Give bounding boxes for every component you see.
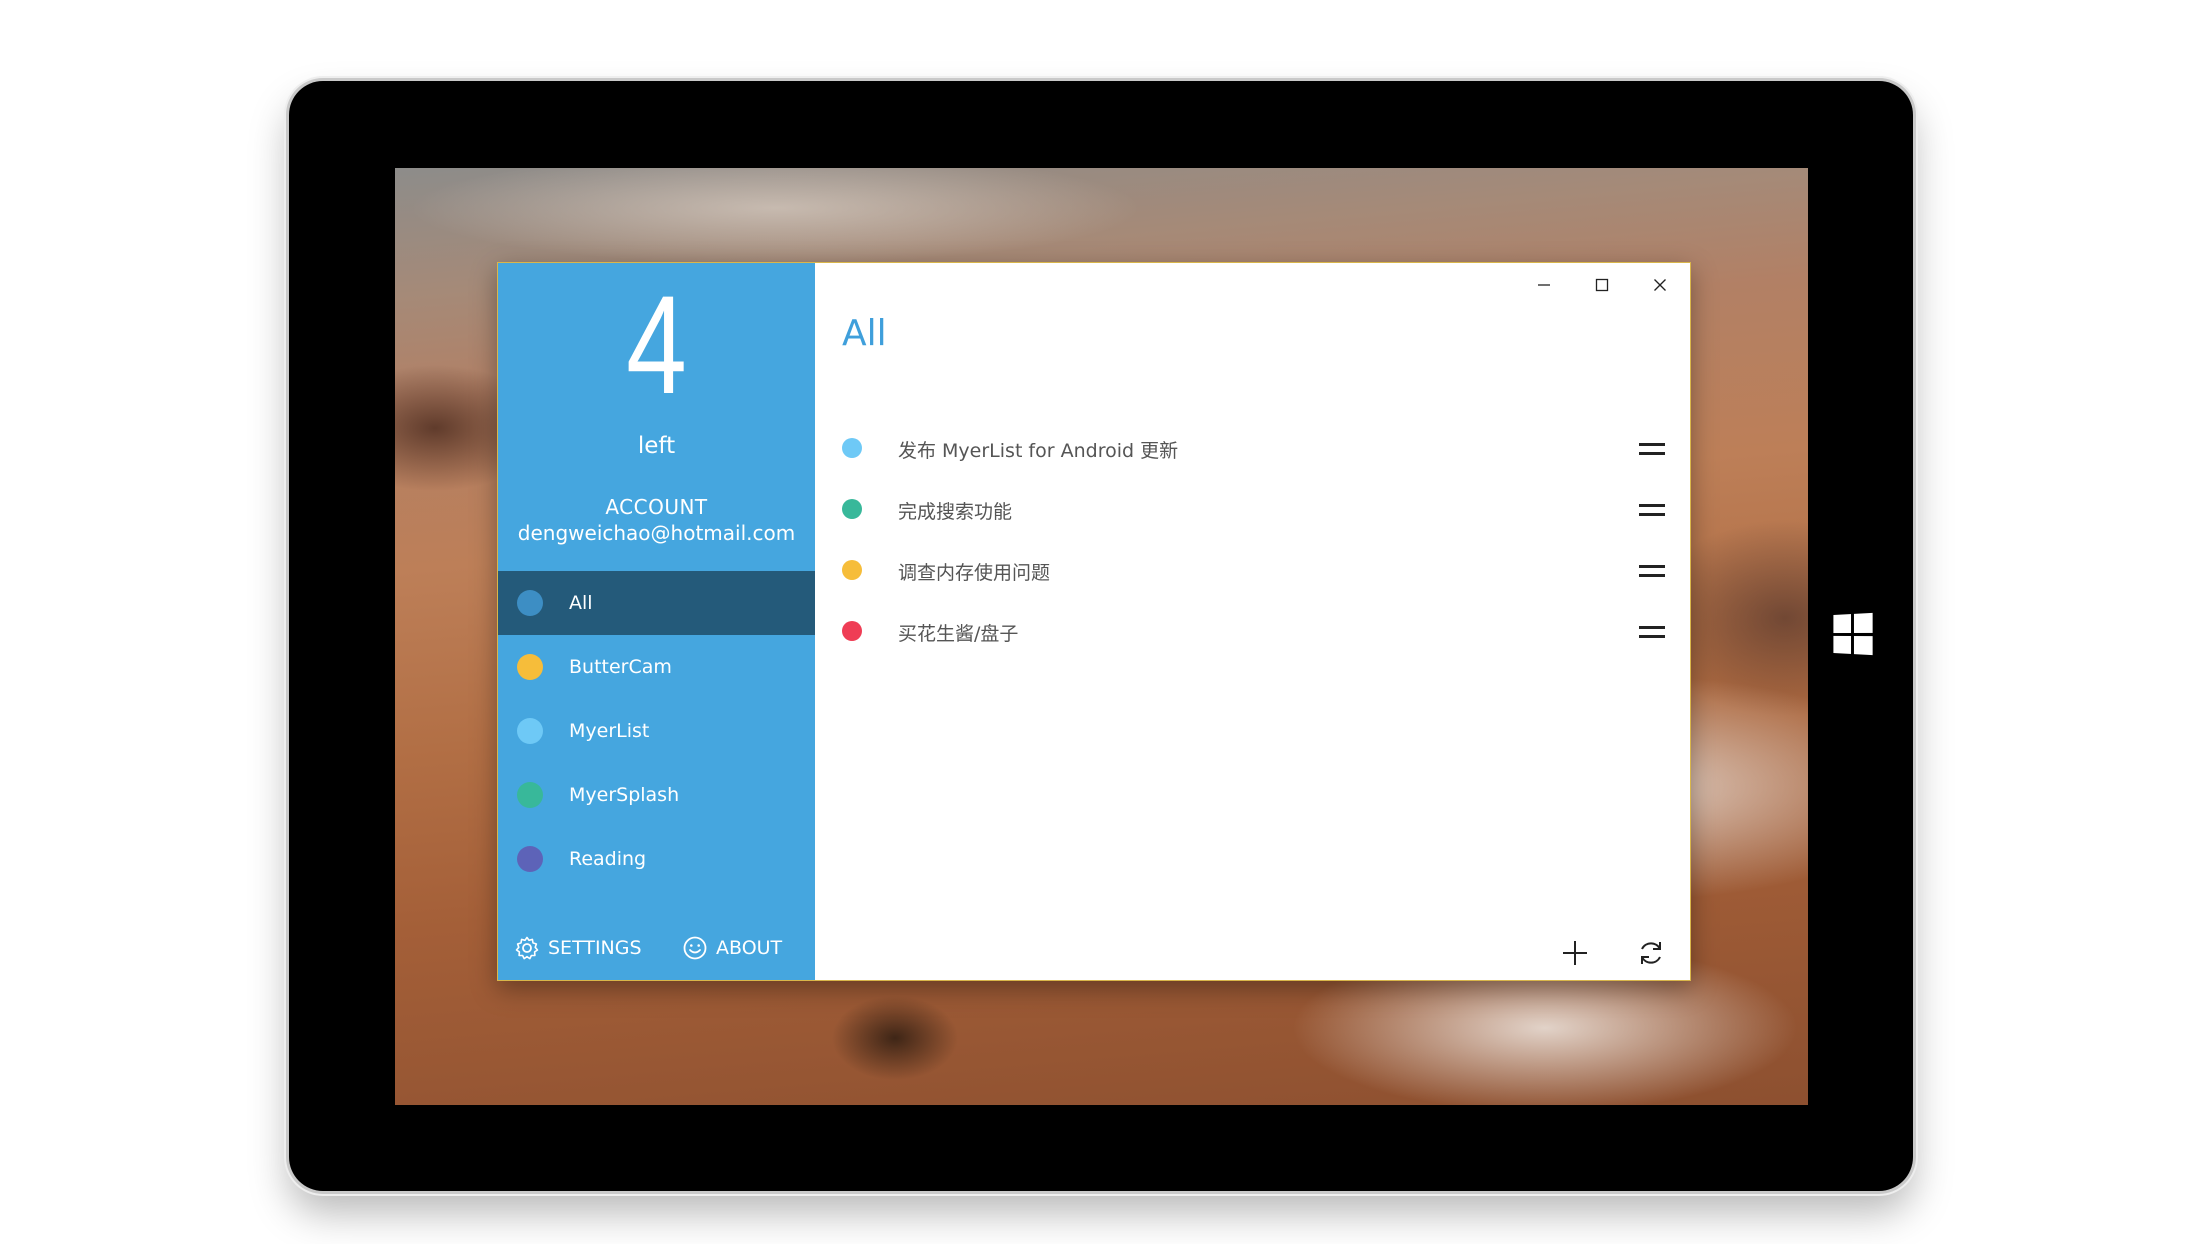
task-item[interactable]: 调查内存使用问题 <box>815 540 1690 601</box>
app-window: 4 left ACCOUNT dengweichao@hotmail.com A… <box>497 262 1691 981</box>
category-nav: All ButterCam MyerList MyerSplash Readin… <box>498 571 815 891</box>
settings-label: SETTINGS <box>548 937 642 959</box>
sidebar-item-label: MyerList <box>569 720 650 742</box>
add-task-button[interactable] <box>1553 931 1597 975</box>
sidebar-item-label: Reading <box>569 848 647 870</box>
task-text: 完成搜索功能 <box>898 501 1013 523</box>
minimize-button[interactable] <box>1515 265 1573 305</box>
page-title: All <box>842 313 887 354</box>
sidebar-item-label: All <box>569 592 593 614</box>
about-button[interactable]: ABOUT <box>682 935 782 961</box>
remaining-label: left <box>637 433 676 459</box>
drag-handle-icon[interactable] <box>1637 619 1667 643</box>
remaining-count: 4 <box>626 266 687 423</box>
sidebar-item-myerlist[interactable]: MyerList <box>498 699 815 763</box>
sidebar-item-label: MyerSplash <box>569 784 680 806</box>
close-button[interactable] <box>1631 265 1689 305</box>
task-status-dot[interactable] <box>842 560 862 580</box>
smiley-icon <box>683 936 707 960</box>
task-item[interactable]: 完成搜索功能 <box>815 479 1690 540</box>
minimize-icon <box>1538 284 1550 286</box>
task-status-dot[interactable] <box>842 438 862 458</box>
sidebar-item-all[interactable]: All <box>498 571 815 635</box>
sidebar-item-buttercam[interactable]: ButterCam <box>498 635 815 699</box>
account-heading[interactable]: ACCOUNT <box>498 495 815 519</box>
about-label: ABOUT <box>716 937 783 959</box>
refresh-icon <box>1641 942 1661 964</box>
category-color-dot <box>517 782 543 808</box>
sidebar-item-reading[interactable]: Reading <box>498 827 815 891</box>
account-email[interactable]: dengweichao@hotmail.com <box>498 521 815 545</box>
windows-logo-icon[interactable] <box>1833 612 1873 656</box>
sync-button[interactable] <box>1629 931 1673 975</box>
close-icon <box>1654 279 1666 291</box>
drag-handle-icon[interactable] <box>1637 497 1667 521</box>
task-item[interactable]: 买花生酱/盘子 <box>815 601 1690 662</box>
task-text: 调查内存使用问题 <box>898 562 1051 584</box>
maximize-icon <box>1595 278 1609 292</box>
sidebar: 4 left ACCOUNT dengweichao@hotmail.com A… <box>498 263 815 980</box>
category-color-dot <box>517 846 543 872</box>
settings-button[interactable]: SETTINGS <box>514 935 642 961</box>
task-status-dot[interactable] <box>842 621 862 641</box>
sidebar-item-label: ButterCam <box>569 656 672 678</box>
category-color-dot <box>517 654 543 680</box>
gear-icon <box>515 936 539 960</box>
task-list: 发布 MyerList for Android 更新 完成搜索功能 调查内存使用… <box>815 418 1690 662</box>
plus-icon <box>1563 941 1587 965</box>
category-color-dot <box>517 590 543 616</box>
task-status-dot[interactable] <box>842 499 862 519</box>
task-item[interactable]: 发布 MyerList for Android 更新 <box>815 418 1690 479</box>
task-text: 买花生酱/盘子 <box>898 623 1019 645</box>
maximize-button[interactable] <box>1573 265 1631 305</box>
drag-handle-icon[interactable] <box>1637 558 1667 582</box>
task-text: 发布 MyerList for Android 更新 <box>898 440 1179 462</box>
category-color-dot <box>517 718 543 744</box>
sidebar-item-myersplash[interactable]: MyerSplash <box>498 763 815 827</box>
drag-handle-icon[interactable] <box>1637 436 1667 460</box>
